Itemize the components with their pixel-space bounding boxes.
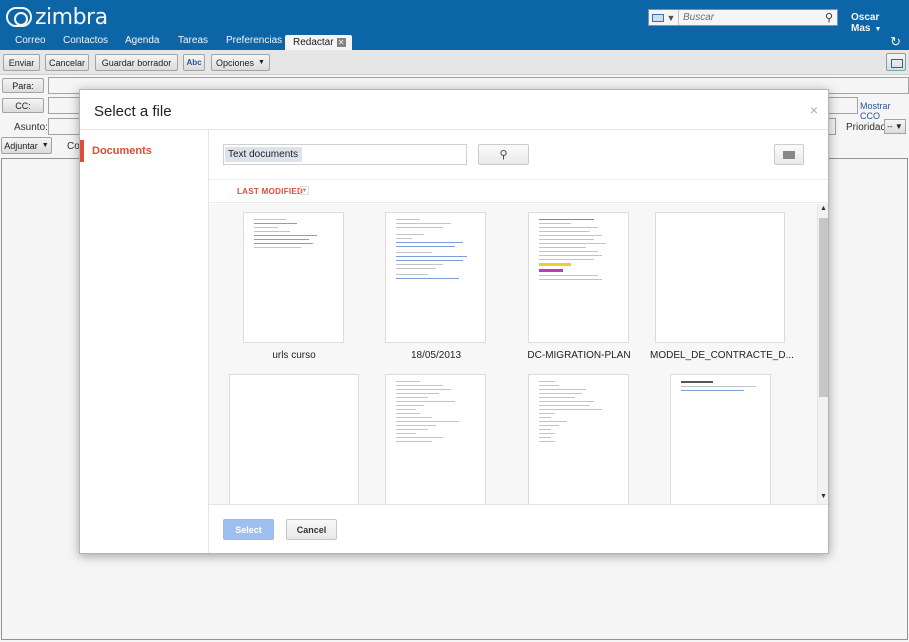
dialog-main: Text documents ⚲ LAST MODIFIED ▼ urls cu… — [209, 130, 828, 553]
dialog-title: Select a file — [94, 103, 172, 120]
scroll-down-icon[interactable]: ▼ — [819, 493, 828, 503]
file-thumbnail[interactable] — [655, 212, 785, 343]
file-thumbnail[interactable] — [528, 212, 629, 343]
sort-row: LAST MODIFIED ▼ — [209, 179, 828, 203]
file-grid-scrollbar[interactable]: ▲ ▼ — [817, 204, 828, 504]
file-thumbnail[interactable] — [385, 212, 486, 343]
dialog-sidebar: Documents — [80, 130, 209, 553]
list-view-button[interactable] — [774, 144, 804, 165]
file-grid: urls curso 18/05/2013 DC-MIGRATION-PLAN … — [209, 204, 817, 504]
search-button[interactable]: ⚲ — [478, 144, 529, 165]
file-name[interactable]: urls curso — [224, 350, 364, 361]
file-thumbnail[interactable] — [528, 374, 629, 504]
file-name[interactable]: MODEL_DE_CONTRACTE_D... — [650, 350, 794, 361]
chevron-down-icon[interactable]: ▼ — [300, 186, 309, 195]
search-icon: ⚲ — [499, 149, 508, 161]
file-name[interactable]: DC-MIGRATION-PLAN — [509, 350, 649, 361]
select-button[interactable]: Select — [223, 519, 274, 540]
select-file-dialog: Select a file × Documents Text documents… — [79, 89, 829, 554]
filter-input[interactable]: Text documents — [223, 144, 467, 165]
dialog-cancel-button[interactable]: Cancel — [286, 519, 337, 540]
dialog-header: Select a file × — [80, 90, 828, 130]
close-icon[interactable]: × — [810, 102, 818, 118]
list-view-icon — [783, 150, 795, 159]
sidebar-item-documents[interactable]: Documents — [80, 140, 209, 162]
dialog-footer: Select Cancel — [209, 504, 828, 553]
file-name[interactable]: 18/05/2013 — [366, 350, 506, 361]
sort-last-modified[interactable]: LAST MODIFIED — [237, 187, 303, 196]
file-thumbnail[interactable] — [385, 374, 486, 504]
file-thumbnail[interactable] — [229, 374, 359, 504]
scroll-up-icon[interactable]: ▲ — [819, 205, 828, 215]
file-thumbnail[interactable] — [243, 212, 344, 343]
scroll-thumb[interactable] — [819, 218, 828, 397]
filter-chip[interactable]: Text documents — [225, 147, 303, 162]
file-thumbnail[interactable] — [670, 374, 771, 504]
